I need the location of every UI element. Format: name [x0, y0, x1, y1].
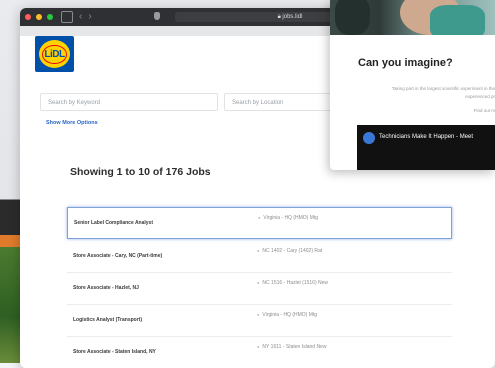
find-out-more-link[interactable]: Find out m	[330, 108, 495, 113]
forward-icon[interactable]: ›	[88, 12, 91, 22]
maximize-window-button[interactable]	[47, 14, 53, 20]
keyword-search-input[interactable]: Search by Keyword	[40, 93, 218, 111]
job-row[interactable]: Senior Label Compliance Analyst Virginia…	[67, 207, 452, 239]
minimize-window-button[interactable]	[36, 14, 42, 20]
url-text: jobs.lidl	[282, 14, 303, 20]
job-location: NC 1402 - Cary (1402) Rat	[257, 248, 322, 254]
job-row[interactable]: Logistics Analyst (Transport) Virginia -…	[67, 305, 452, 337]
lidl-logo[interactable]: LiDL	[35, 36, 74, 72]
job-location: Virginia - HQ (HMO) Mtg	[257, 312, 317, 318]
career-promo-panel: Can you imagine? Taking part in the larg…	[330, 0, 495, 170]
show-more-options-link[interactable]: Show More Options	[46, 120, 98, 126]
channel-icon	[363, 132, 375, 144]
job-title[interactable]: Senior Label Compliance Analyst	[74, 220, 153, 226]
job-title[interactable]: Store Associate - Hazlet, NJ	[73, 285, 139, 291]
job-row[interactable]: Store Associate - Hazlet, NJ NC 1516 - H…	[67, 273, 452, 305]
promo-text-line: Taking part in the largest scientific ex…	[391, 86, 495, 91]
job-location: Virginia - HQ (HMO) Mtg	[258, 215, 318, 221]
logo-text: LiDL	[42, 44, 67, 64]
back-icon[interactable]: ‹	[79, 12, 82, 22]
shield-icon[interactable]	[154, 12, 160, 20]
job-location: NY 1611 - Staten Island New	[257, 344, 326, 350]
job-row[interactable]: Store Associate - Staten Island, NY NY 1…	[67, 337, 452, 368]
job-row[interactable]: Store Associate - Cary, NC (Part-time) N…	[67, 241, 452, 273]
job-title[interactable]: Logistics Analyst (Transport)	[73, 317, 142, 323]
promo-photo	[330, 0, 495, 35]
job-location: NC 1516 - Hazlet (1516) New	[257, 280, 328, 286]
results-summary: Showing 1 to 10 of 176 Jobs	[70, 166, 211, 178]
job-title[interactable]: Store Associate - Staten Island, NY	[73, 349, 156, 355]
sidebar-icon[interactable]	[61, 11, 73, 23]
video-title[interactable]: Technicians Make It Happen - Meet	[379, 134, 473, 140]
promo-heading: Can you imagine?	[358, 57, 453, 69]
video-player[interactable]: Technicians Make It Happen - Meet	[357, 125, 495, 170]
close-window-button[interactable]	[25, 14, 31, 20]
job-title[interactable]: Store Associate - Cary, NC (Part-time)	[73, 253, 162, 259]
promo-text-line: experienced pr	[465, 94, 495, 99]
